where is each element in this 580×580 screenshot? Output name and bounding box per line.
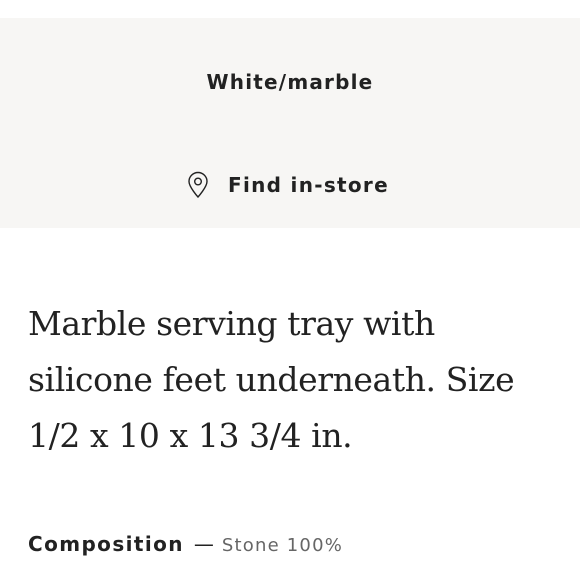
find-in-store-label: Find in-store [228, 173, 389, 197]
location-pin-icon [187, 171, 209, 199]
variant-name: White/marble [206, 70, 374, 94]
composition-separator: — [193, 532, 214, 556]
product-description: Marble serving tray with silicone feet u… [28, 304, 515, 455]
find-in-store-button[interactable]: Find in-store [187, 169, 389, 201]
variant-panel: White/marble Find in-store [0, 18, 580, 228]
composition-row: Composition — Stone 100% [28, 532, 343, 556]
composition-value: Stone 100% [221, 535, 344, 556]
composition-label: Composition [28, 532, 184, 556]
